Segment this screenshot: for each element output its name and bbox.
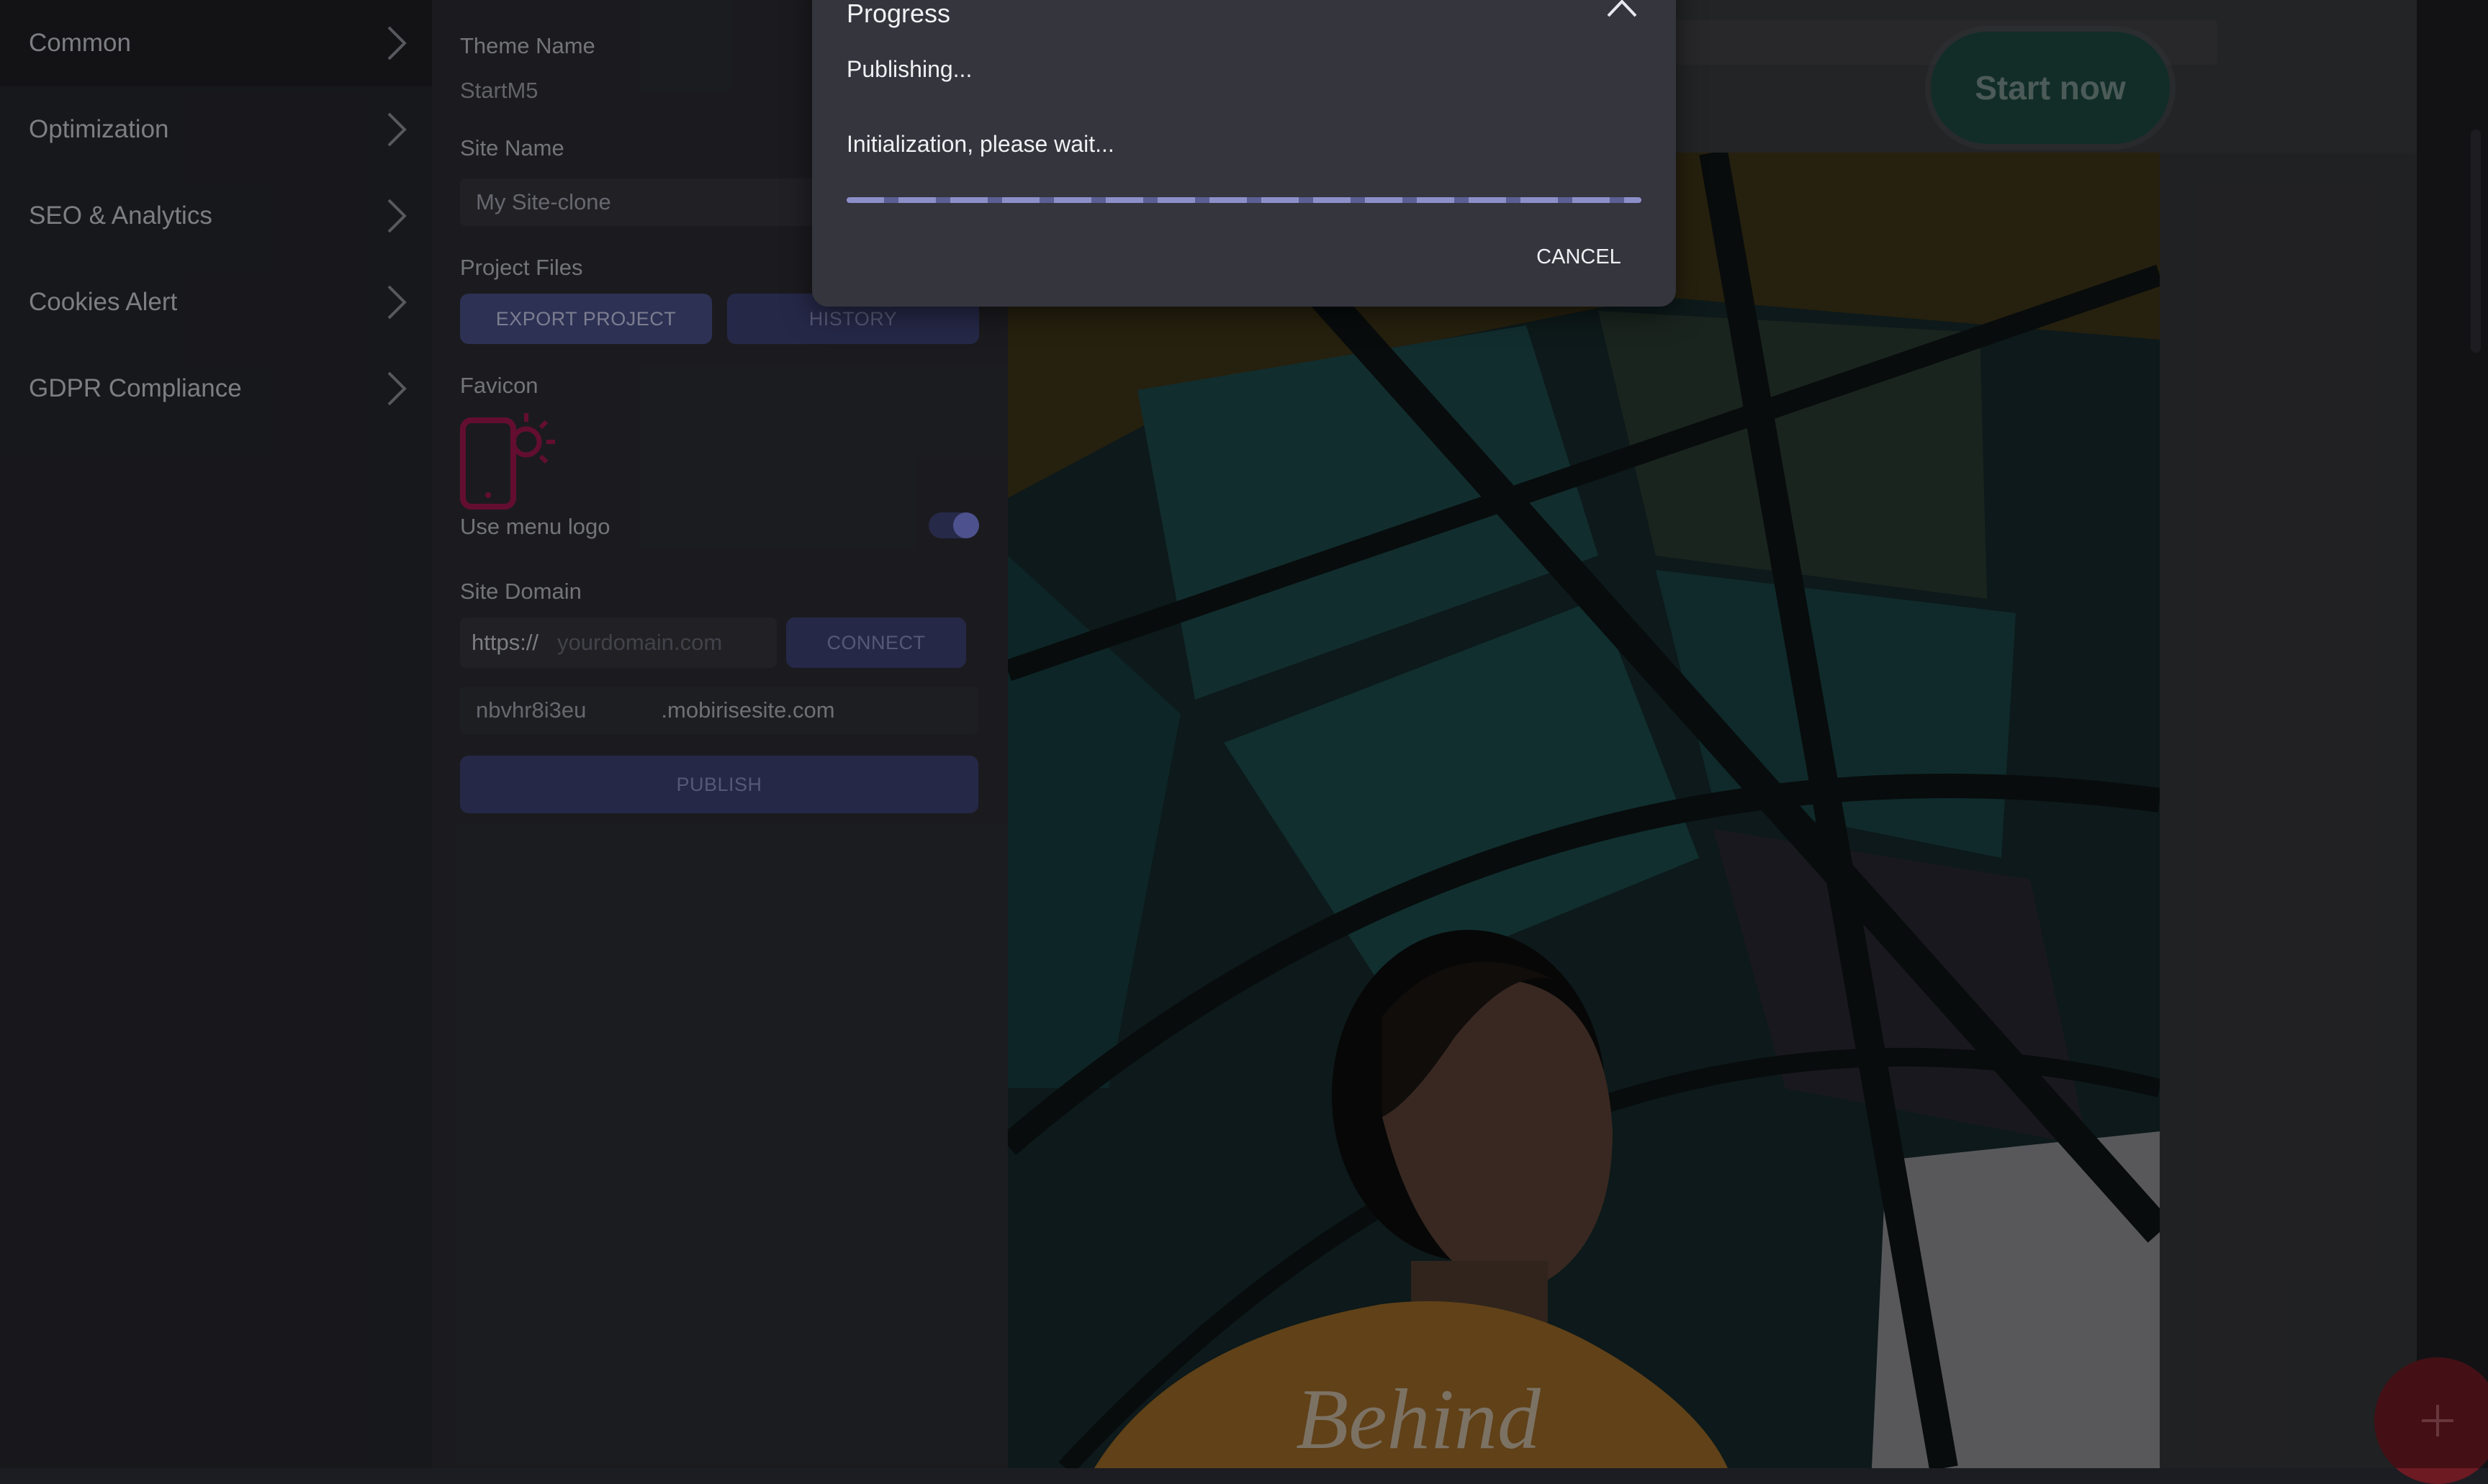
- progress-bar-fill: [847, 197, 1641, 203]
- chevron-up-icon[interactable]: [1604, 0, 1640, 22]
- dialog-status: Publishing...: [847, 56, 973, 82]
- dialog-title: Progress: [847, 0, 951, 28]
- progress-dialog: Progress Publishing... Initialization, p…: [812, 0, 1676, 307]
- dialog-message: Initialization, please wait...: [847, 131, 1114, 157]
- progress-bar: [847, 197, 1641, 203]
- cancel-button[interactable]: CANCEL: [1532, 239, 1626, 275]
